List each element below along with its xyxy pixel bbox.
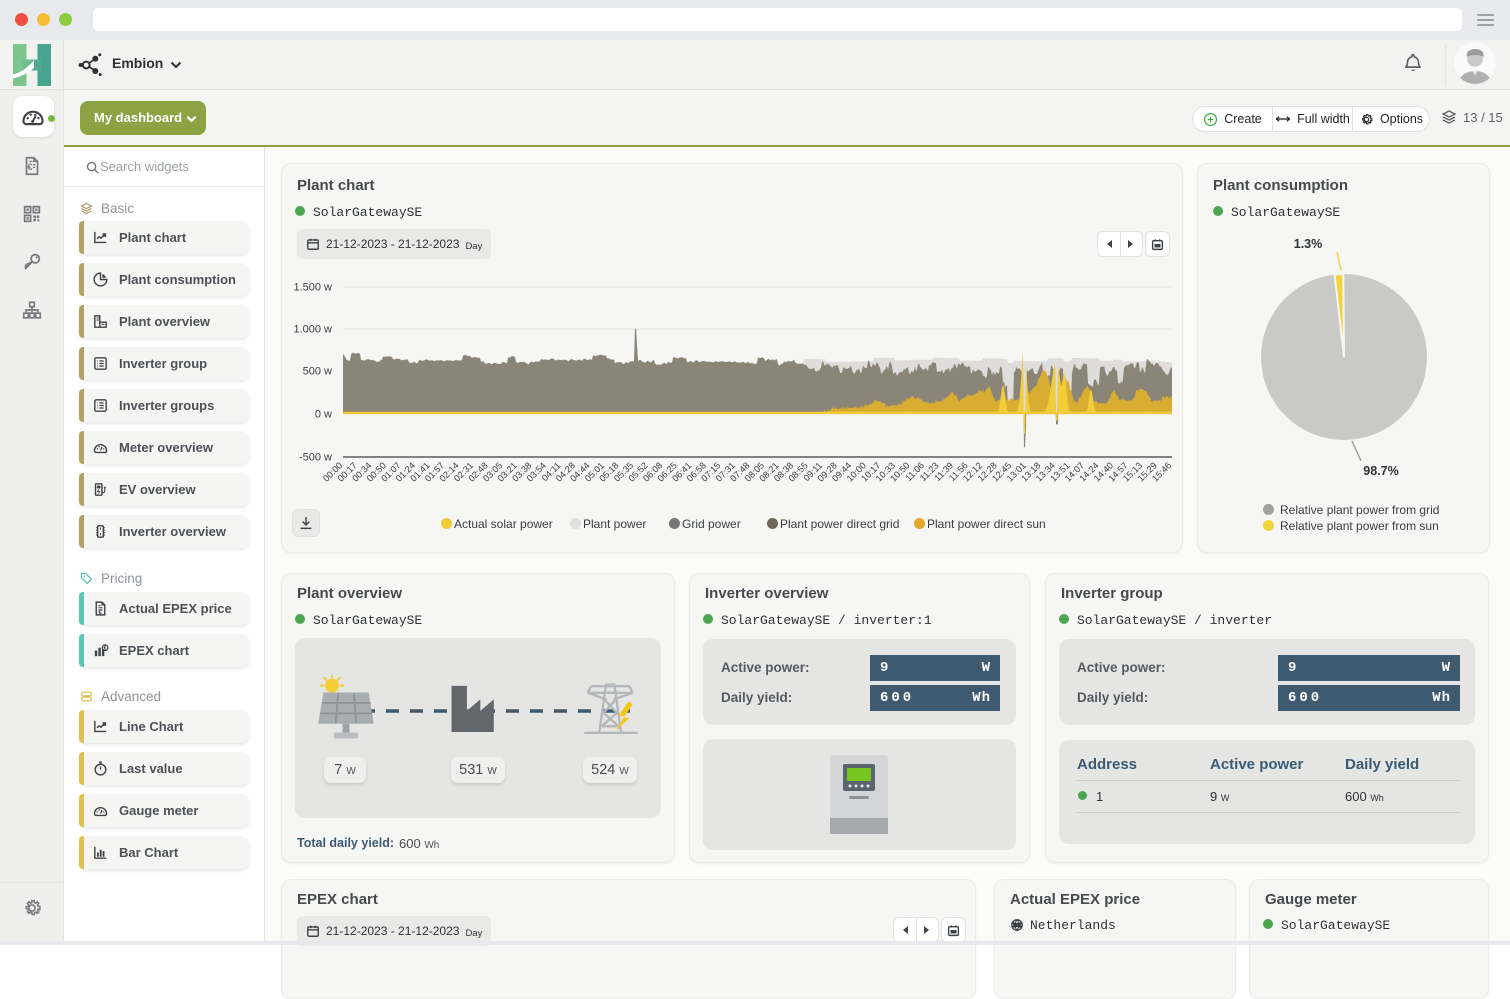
svg-text:€: €	[103, 646, 106, 652]
svg-text:€: €	[27, 162, 32, 172]
svg-text:€: €	[98, 609, 102, 616]
